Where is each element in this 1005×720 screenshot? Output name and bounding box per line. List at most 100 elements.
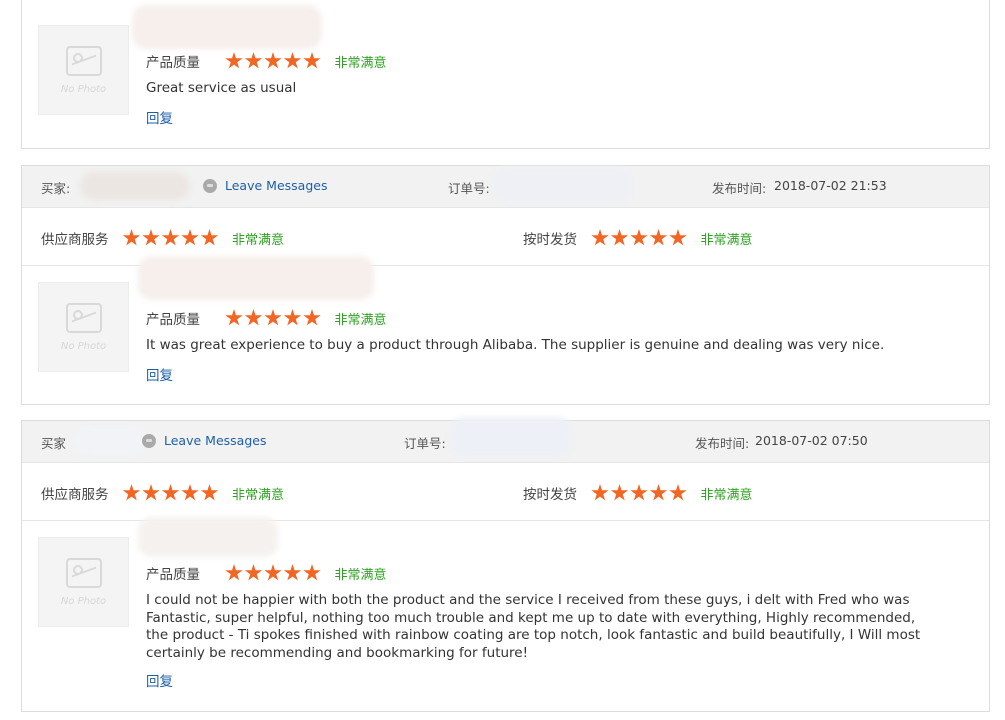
rating-text: 非常满意 (334, 312, 387, 328)
leave-messages-label: Leave Messages (225, 178, 328, 193)
star-icon (244, 564, 263, 581)
publish-time-value: 2018-07-02 07:50 (755, 433, 868, 448)
star-icon (669, 484, 687, 501)
review-header: 买家 Leave Messages 订单号: 发布时间: 2018-07-02 … (22, 417, 989, 463)
product-photo[interactable]: No Photo (38, 25, 129, 115)
product-quality-label: 产品质量 (146, 312, 200, 328)
redacted-buyer-name (132, 5, 322, 49)
rating-text: 非常满意 (700, 232, 753, 248)
review-card: 买家: Leave Messages 订单号: 发布时间: 2018-07-02… (21, 165, 990, 405)
star-icon (161, 484, 180, 501)
star-icon (610, 229, 629, 246)
star-icon (264, 309, 282, 326)
star-icon (244, 309, 263, 326)
redacted-order-number (492, 168, 632, 202)
star-icon (181, 484, 199, 501)
reply-link[interactable]: 回复 (146, 364, 173, 384)
star-icon (649, 229, 668, 246)
rating-text: 非常满意 (232, 232, 285, 248)
redacted-buyer-name (138, 256, 374, 300)
star-icon (669, 229, 687, 246)
on-time-delivery-rating: 按时发货 非常满意 (523, 228, 753, 248)
redacted-order-number (450, 417, 572, 457)
star-icon (122, 484, 141, 501)
star-icon (630, 484, 648, 501)
star-rating (225, 564, 323, 582)
product-quality-label: 产品质量 (146, 567, 200, 583)
supplier-service-label: 供应商服务 (41, 487, 109, 503)
star-icon (630, 229, 648, 246)
star-icon (283, 52, 302, 69)
image-placeholder-icon (66, 558, 102, 588)
star-icon (283, 564, 302, 581)
star-icon (122, 229, 141, 246)
product-photo[interactable]: No Photo (38, 537, 129, 627)
star-icon (200, 229, 219, 246)
leave-messages-link[interactable]: Leave Messages (203, 178, 327, 193)
star-icon (303, 564, 321, 581)
rating-text: 非常满意 (334, 55, 387, 71)
redacted-buyer-name (80, 172, 190, 200)
image-placeholder-icon (66, 303, 102, 333)
star-rating (591, 229, 689, 247)
image-placeholder-icon (66, 46, 102, 76)
publish-time-label: 发布时间: (695, 436, 750, 451)
order-number-label: 订单号: (404, 436, 446, 451)
star-icon (225, 309, 243, 326)
star-icon (591, 484, 609, 501)
product-quality-rating: 产品质量 非常满意 (146, 308, 387, 328)
product-quality-label: 产品质量 (146, 55, 200, 71)
star-rating (122, 484, 221, 502)
reviews-page: No Photo 产品质量 非常满意 Great service as usua… (0, 0, 1005, 720)
reply-link[interactable]: 回复 (146, 107, 173, 127)
star-icon (283, 309, 302, 326)
star-icon (591, 229, 609, 246)
rating-text: 非常满意 (232, 487, 285, 503)
star-icon (264, 52, 282, 69)
publish-time-label: 发布时间: (712, 181, 767, 196)
star-icon (181, 229, 199, 246)
product-quality-rating: 产品质量 非常满意 (146, 51, 387, 71)
review-comment: I could not be happier with both the pro… (146, 592, 921, 661)
star-icon (161, 229, 180, 246)
on-time-delivery-rating: 按时发货 非常满意 (523, 483, 753, 503)
star-icon (142, 484, 160, 501)
on-time-delivery-label: 按时发货 (523, 487, 577, 503)
supplier-service-rating: 供应商服务 非常满意 (41, 483, 284, 503)
leave-messages-label: Leave Messages (164, 433, 267, 448)
message-icon (203, 178, 217, 193)
supplier-service-rating: 供应商服务 非常满意 (41, 228, 284, 248)
review-card: 买家 Leave Messages 订单号: 发布时间: 2018-07-02 … (21, 417, 990, 712)
redacted-buyer-name (138, 517, 278, 557)
review-header: 买家: Leave Messages 订单号: 发布时间: 2018-07-02… (22, 166, 989, 208)
star-icon (200, 484, 219, 501)
service-ratings: 供应商服务 非常满意 按时发货 非常满意 (22, 462, 989, 521)
no-photo-label: No Photo (60, 596, 107, 607)
review-comment: It was great experience to buy a product… (146, 337, 885, 353)
star-icon (142, 229, 160, 246)
star-rating (225, 309, 323, 327)
reply-link[interactable]: 回复 (146, 670, 173, 690)
star-icon (303, 309, 321, 326)
star-rating (122, 229, 221, 247)
on-time-delivery-label: 按时发货 (523, 232, 577, 248)
buyer-label: 买家 (41, 436, 67, 451)
star-icon (649, 484, 668, 501)
product-photo[interactable]: No Photo (38, 282, 129, 372)
message-icon (142, 433, 156, 448)
supplier-service-label: 供应商服务 (41, 232, 109, 248)
rating-text: 非常满意 (700, 487, 753, 503)
no-photo-label: No Photo (60, 84, 107, 95)
star-icon (264, 564, 282, 581)
star-icon (303, 52, 321, 69)
rating-text: 非常满意 (334, 567, 387, 583)
product-quality-rating: 产品质量 非常满意 (146, 563, 387, 583)
star-icon (225, 564, 243, 581)
buyer-label: 买家: (41, 181, 71, 196)
leave-messages-link[interactable]: Leave Messages (142, 433, 266, 448)
review-comment: Great service as usual (146, 80, 297, 96)
redacted-buyer-name (74, 425, 146, 457)
publish-time-value: 2018-07-02 21:53 (774, 178, 887, 193)
no-photo-label: No Photo (60, 341, 107, 352)
order-number-label: 订单号: (448, 181, 490, 196)
